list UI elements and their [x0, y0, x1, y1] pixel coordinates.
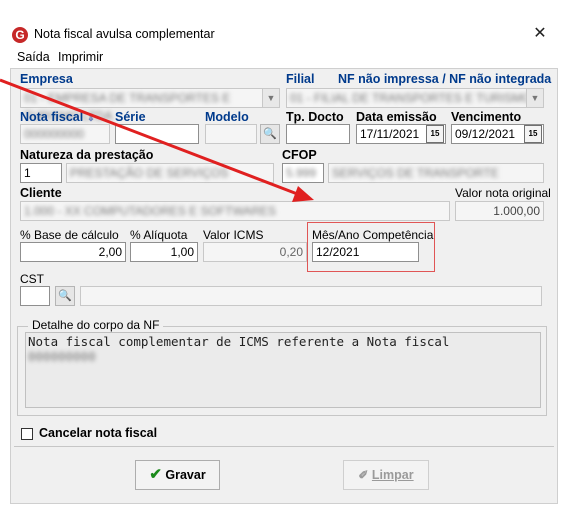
annotation-arrow-line [0, 78, 301, 197]
annotation-arrow [0, 78, 314, 202]
annotation-arrow-head [292, 186, 314, 202]
